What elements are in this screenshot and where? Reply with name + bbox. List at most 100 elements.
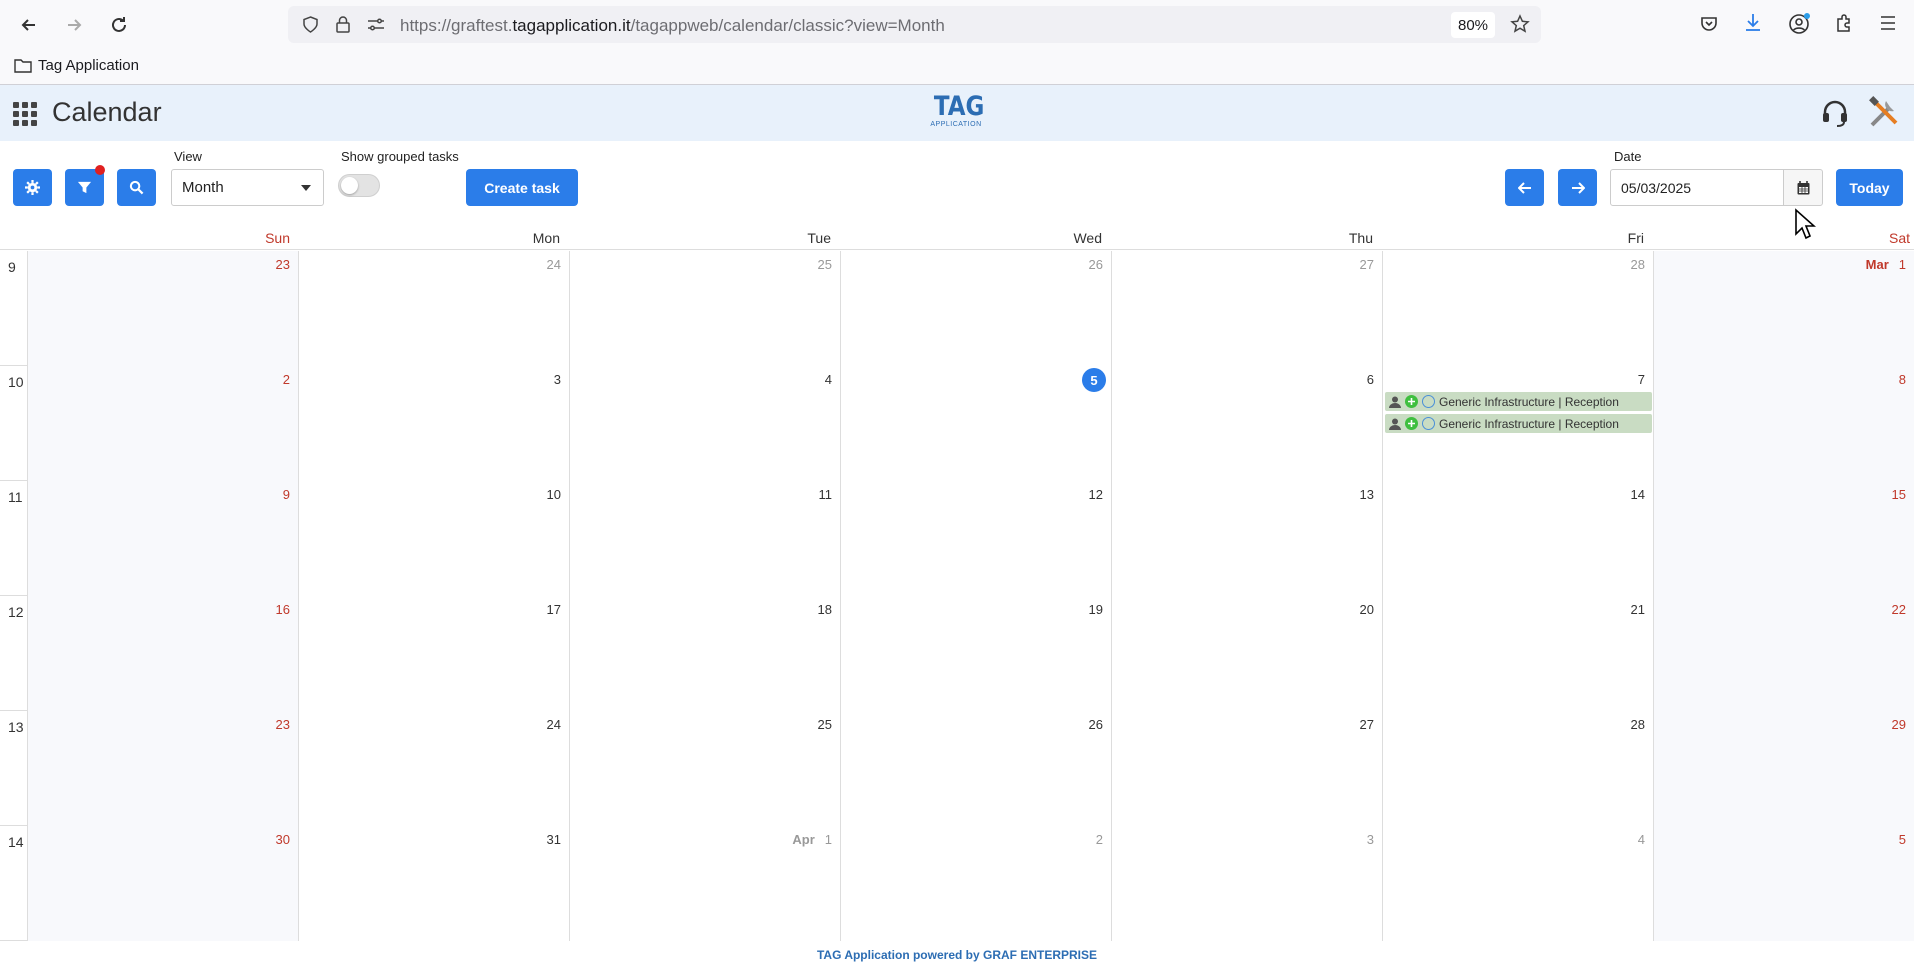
app-header: Calendar TAG APPLICATION	[0, 85, 1914, 141]
day-cell[interactable]: 21	[1382, 596, 1653, 711]
day-cell[interactable]: 11	[569, 481, 840, 596]
today-indicator: 5	[1082, 368, 1106, 392]
day-cell[interactable]: 25	[569, 711, 840, 826]
day-number: 13	[1359, 487, 1374, 502]
day-cell[interactable]: 29	[1653, 711, 1914, 826]
next-period-button[interactable]	[1558, 169, 1597, 206]
day-cell[interactable]: 20	[1111, 596, 1382, 711]
reload-button[interactable]	[104, 10, 134, 40]
settings-button[interactable]	[13, 169, 52, 206]
day-number: 9	[282, 487, 290, 502]
day-cell[interactable]: 27	[1111, 711, 1382, 826]
day-number: 7	[1637, 372, 1645, 387]
user-icon	[1389, 396, 1401, 408]
account-icon[interactable]	[1788, 11, 1812, 35]
day-cell[interactable]: 2	[27, 366, 298, 481]
day-cell[interactable]: 26	[840, 251, 1111, 366]
today-button[interactable]: Today	[1836, 169, 1903, 206]
week-row: 9 23 24 25 26 27 28 Mar 1	[0, 251, 1914, 366]
day-cell[interactable]: Mar 1	[1653, 251, 1914, 366]
url-text[interactable]: https://graftest.tagapplication.it/tagap…	[400, 16, 945, 36]
date-input[interactable]: 05/03/2025	[1610, 169, 1784, 206]
day-cell[interactable]: 25	[569, 251, 840, 366]
site-permissions-icon[interactable]	[366, 16, 386, 33]
day-cell[interactable]: 16	[27, 596, 298, 711]
lock-icon	[336, 16, 350, 33]
support-headset-icon[interactable]	[1820, 98, 1850, 128]
day-cell[interactable]: 6	[1111, 366, 1382, 481]
menu-icon[interactable]	[1879, 15, 1897, 31]
day-number: 24	[546, 257, 561, 272]
day-cell[interactable]: 14	[1382, 481, 1653, 596]
back-button[interactable]	[14, 10, 44, 40]
day-cell[interactable]: 7 Generic Infrastructure | Reception Gen…	[1382, 366, 1653, 481]
url-bar[interactable]: https://graftest.tagapplication.it/tagap…	[288, 6, 1541, 43]
caret-down-icon	[301, 185, 311, 191]
day-cell[interactable]: 3	[298, 366, 569, 481]
calendar-event[interactable]: Generic Infrastructure | Reception	[1385, 414, 1652, 433]
filter-button[interactable]	[65, 165, 105, 206]
day-cell[interactable]: 2	[840, 826, 1111, 941]
day-cell[interactable]: 26	[840, 711, 1111, 826]
day-cell[interactable]: 28	[1382, 711, 1653, 826]
day-cell[interactable]: 28	[1382, 251, 1653, 366]
day-of-week-header: Sun Mon Tue Wed Thu Fri Sat	[0, 226, 1914, 250]
day-cell[interactable]: 23	[27, 251, 298, 366]
day-number: 8	[1898, 372, 1906, 387]
day-cell[interactable]: 27	[1111, 251, 1382, 366]
day-number: 24	[546, 717, 561, 732]
bookmark-star-icon[interactable]	[1510, 14, 1530, 34]
day-cell[interactable]: 13	[1111, 481, 1382, 596]
create-task-button[interactable]: Create task	[466, 169, 578, 206]
tools-icon[interactable]	[1866, 95, 1902, 131]
extensions-icon[interactable]	[1834, 13, 1854, 33]
day-number: 28	[1630, 717, 1645, 732]
grouped-tasks-toggle[interactable]	[338, 174, 380, 197]
day-number: Apr 1	[792, 832, 832, 847]
month-calendar: Sun Mon Tue Wed Thu Fri Sat 9 23 24 25 2…	[0, 226, 1914, 944]
day-cell[interactable]: 22	[1653, 596, 1914, 711]
view-select[interactable]: Month	[171, 169, 324, 206]
week-number: 9	[8, 259, 16, 275]
dow-tue: Tue	[807, 230, 831, 246]
date-picker-button[interactable]	[1783, 169, 1823, 206]
day-cell[interactable]: 18	[569, 596, 840, 711]
calendar-event[interactable]: Generic Infrastructure | Reception	[1385, 392, 1652, 411]
day-number: 16	[275, 602, 290, 617]
day-cell[interactable]: 31	[298, 826, 569, 941]
search-button[interactable]	[117, 169, 156, 206]
day-cell-today[interactable]: 5	[840, 366, 1111, 481]
downloads-icon[interactable]	[1743, 12, 1763, 34]
day-cell[interactable]: 10	[298, 481, 569, 596]
bookmark-folder-tag-application[interactable]: Tag Application	[14, 57, 139, 74]
date-label: Date	[1614, 149, 1642, 164]
zoom-level-button[interactable]: 80%	[1451, 12, 1495, 38]
day-cell[interactable]: 23	[27, 711, 298, 826]
day-cell[interactable]: 9	[27, 481, 298, 596]
day-cell[interactable]: 4	[1382, 826, 1653, 941]
day-cell[interactable]: 19	[840, 596, 1111, 711]
previous-period-button[interactable]	[1505, 169, 1544, 206]
forward-button[interactable]	[59, 10, 89, 40]
apps-grid-icon[interactable]	[13, 102, 37, 126]
day-number: 31	[546, 832, 561, 847]
day-cell[interactable]: 12	[840, 481, 1111, 596]
day-number: 19	[1088, 602, 1103, 617]
day-cell[interactable]: 5	[1653, 826, 1914, 941]
day-cell[interactable]: 30	[27, 826, 298, 941]
day-cell[interactable]: Apr 1	[569, 826, 840, 941]
week-row: 10 2 3 4 5 6 7 Generic Infrastructure | …	[0, 366, 1914, 481]
day-cell[interactable]: 24	[298, 251, 569, 366]
day-cell[interactable]: 4	[569, 366, 840, 481]
day-cell[interactable]: 17	[298, 596, 569, 711]
day-cell[interactable]: 3	[1111, 826, 1382, 941]
day-cell[interactable]: 15	[1653, 481, 1914, 596]
day-cell[interactable]: 24	[298, 711, 569, 826]
page-title: Calendar	[52, 97, 162, 127]
toggle-knob	[341, 177, 358, 194]
pocket-icon[interactable]	[1699, 14, 1719, 34]
day-cell[interactable]: 8	[1653, 366, 1914, 481]
day-number: 4	[1637, 832, 1645, 847]
week-row: 12 16 17 18 19 20 21 22	[0, 596, 1914, 711]
day-number: 27	[1359, 717, 1374, 732]
